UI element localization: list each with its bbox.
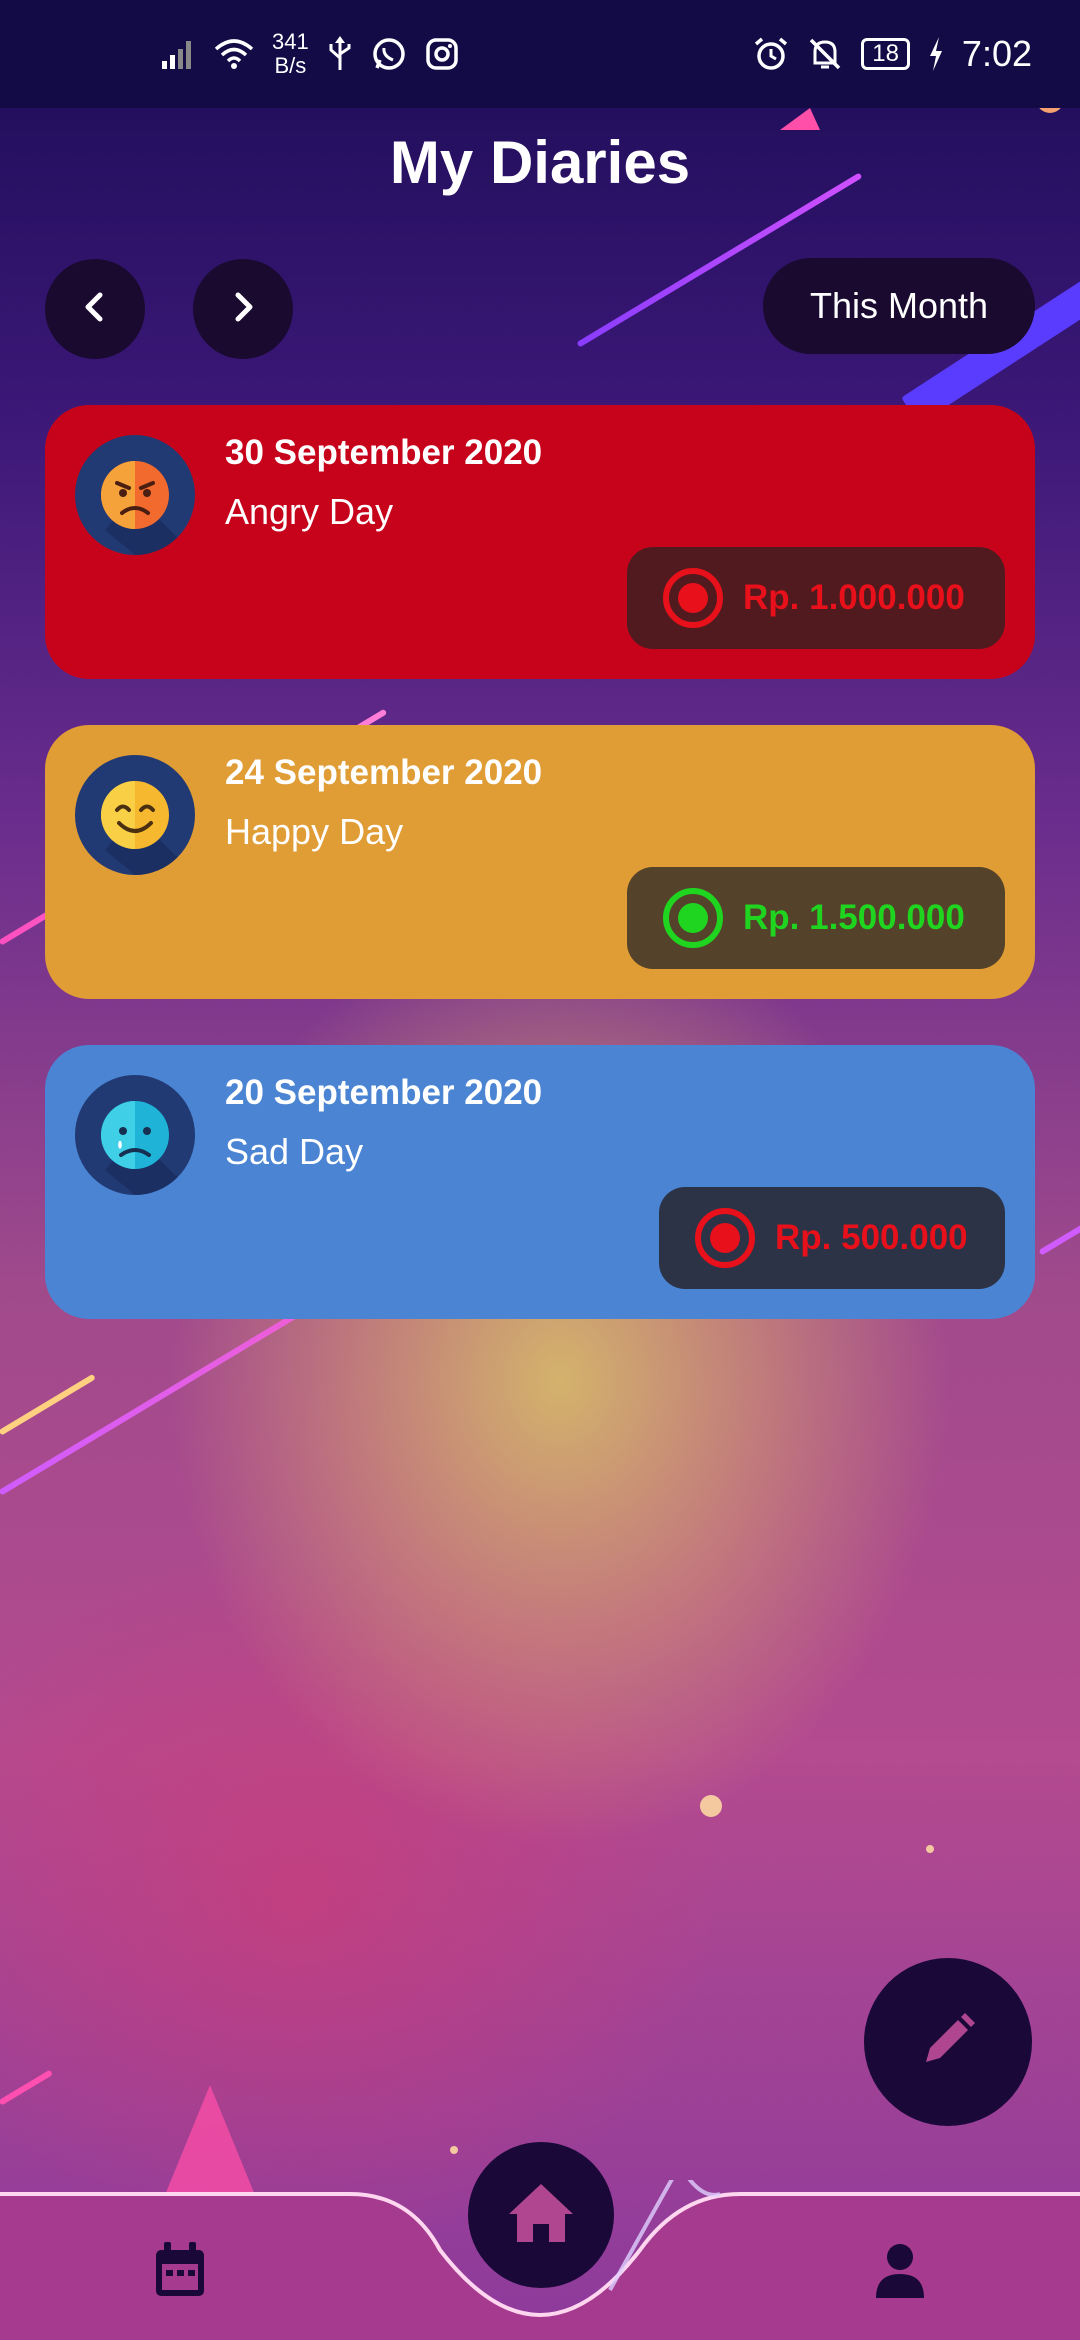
amount-badge: Rp. 500.000 bbox=[659, 1187, 1005, 1289]
status-time: 7:02 bbox=[961, 33, 1032, 74]
diary-entry-card[interactable]: 24 September 2020 Happy Day Rp. 1.500.00… bbox=[45, 725, 1035, 999]
expense-indicator-icon bbox=[663, 568, 723, 628]
write-diary-button[interactable] bbox=[864, 1958, 1032, 2126]
entry-mood: Angry Day bbox=[225, 491, 394, 532]
alarm-icon bbox=[753, 36, 789, 72]
mute-icon bbox=[807, 36, 843, 72]
chevron-left-icon bbox=[75, 287, 115, 332]
expense-indicator-icon bbox=[695, 1208, 755, 1268]
entry-date: 30 September 2020 bbox=[225, 433, 543, 472]
nav-calendar-button[interactable] bbox=[140, 2232, 220, 2312]
entry-amount: Rp. 1.500.000 bbox=[743, 898, 965, 937]
battery-icon: 18 bbox=[861, 38, 910, 70]
home-icon bbox=[507, 2182, 575, 2249]
angry-face-icon bbox=[101, 461, 195, 555]
sad-face-icon bbox=[101, 1101, 195, 1195]
entry-mood: Sad Day bbox=[225, 1131, 364, 1172]
calendar-icon bbox=[152, 2240, 208, 2305]
pencil-icon bbox=[918, 2010, 978, 2075]
diary-entry-card[interactable]: 20 September 2020 Sad Day Rp. 500.000 bbox=[45, 1045, 1035, 1319]
chevron-right-icon bbox=[223, 287, 263, 332]
signal-icon bbox=[160, 39, 196, 69]
previous-month-button[interactable] bbox=[45, 259, 145, 359]
entry-date: 24 September 2020 bbox=[225, 753, 543, 792]
instagram-icon bbox=[425, 37, 459, 71]
entry-date: 20 September 2020 bbox=[225, 1073, 543, 1112]
mood-avatar bbox=[75, 435, 195, 555]
happy-face-icon bbox=[101, 781, 195, 875]
wifi-icon bbox=[214, 39, 254, 69]
usb-icon bbox=[327, 36, 353, 72]
charging-icon bbox=[928, 37, 944, 71]
status-bar: 341 B/s 18 7:02 bbox=[0, 0, 1080, 108]
person-icon bbox=[874, 2242, 926, 2303]
net-speed: 341 B/s bbox=[272, 29, 309, 78]
next-month-button[interactable] bbox=[193, 259, 293, 359]
amount-badge: Rp. 1.500.000 bbox=[627, 867, 1005, 969]
amount-badge: Rp. 1.000.000 bbox=[627, 547, 1005, 649]
whatsapp-icon bbox=[371, 36, 407, 72]
mood-avatar bbox=[75, 755, 195, 875]
diary-entry-card[interactable]: 30 September 2020 Angry Day Rp. 1.000.00… bbox=[45, 405, 1035, 679]
entry-amount: Rp. 1.000.000 bbox=[743, 578, 965, 617]
nav-home-button[interactable] bbox=[468, 2142, 614, 2288]
mood-avatar bbox=[75, 1075, 195, 1195]
period-filter-button[interactable]: This Month bbox=[763, 258, 1035, 354]
income-indicator-icon bbox=[663, 888, 723, 948]
page-title: My Diaries bbox=[389, 129, 691, 196]
period-filter-label: This Month bbox=[809, 285, 989, 326]
entry-amount: Rp. 500.000 bbox=[775, 1218, 968, 1257]
nav-profile-button[interactable] bbox=[860, 2232, 940, 2312]
entry-mood: Happy Day bbox=[225, 811, 404, 852]
